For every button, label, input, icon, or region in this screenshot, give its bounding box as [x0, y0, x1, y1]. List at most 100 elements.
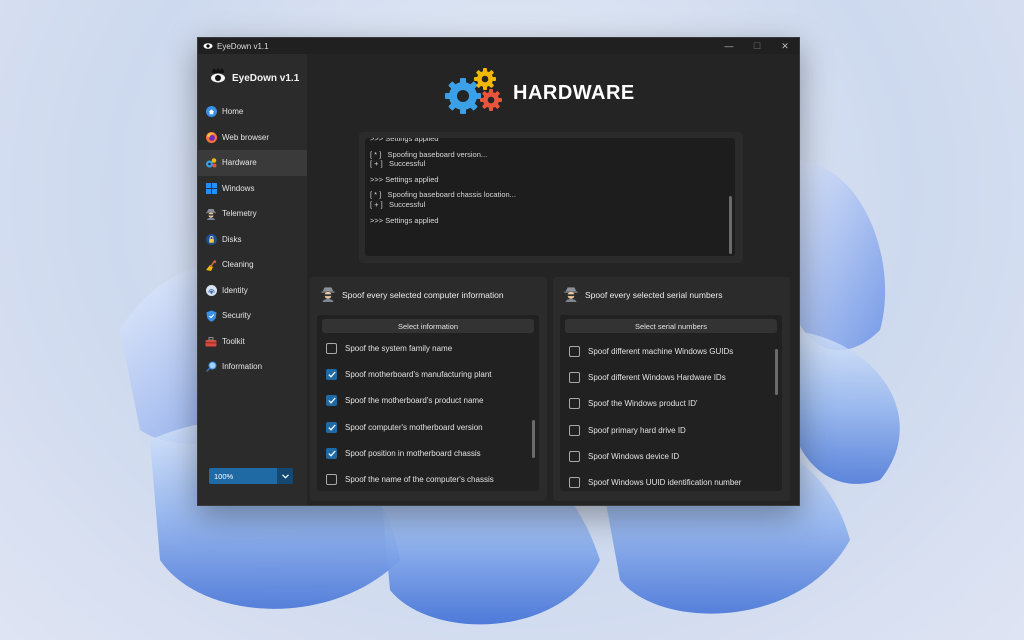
checkbox-label: Spoof primary hard drive ID: [588, 425, 686, 435]
unchecked-checkbox[interactable]: [569, 424, 580, 436]
sidebar-item-label: Telemetry: [222, 209, 257, 219]
brand: EyeDown v1.1: [210, 68, 299, 89]
unchecked-checkbox[interactable]: [326, 342, 337, 354]
sidebar-item-label: Home: [222, 107, 244, 117]
sidebar: EyeDown v1.1 Home Web browser Hardware W…: [198, 54, 307, 505]
console-scrollbar[interactable]: [729, 196, 732, 254]
unchecked-checkbox[interactable]: [569, 450, 580, 462]
unchecked-checkbox[interactable]: [569, 477, 580, 489]
unchecked-checkbox[interactable]: [569, 345, 580, 357]
checked-checkbox[interactable]: [326, 395, 337, 407]
broom-icon: [205, 259, 217, 271]
checkmark-icon: [327, 450, 336, 457]
sidebar-item-toolkit[interactable]: Toolkit: [198, 329, 307, 355]
checkbox-label: Spoof Windows UUID identification number: [588, 478, 742, 488]
magnifier-icon: [205, 361, 217, 373]
checkbox-option[interactable]: Spoof the Windows product ID': [569, 391, 769, 417]
checked-checkbox[interactable]: [326, 368, 337, 380]
checked-checkbox[interactable]: [326, 421, 337, 433]
sidebar-item-hardware[interactable]: Hardware: [198, 150, 307, 176]
unchecked-checkbox[interactable]: [569, 371, 580, 383]
serial-numbers-panel: Spoof every selected serial numbers Sele…: [553, 277, 790, 501]
window-title: EyeDown v1.1: [217, 41, 269, 51]
checkbox-option[interactable]: Spoof the motherboard's product name: [326, 388, 526, 414]
chevron-down-icon[interactable]: [277, 468, 293, 484]
eye-logo-icon: [210, 68, 226, 89]
lock-icon: [205, 233, 217, 245]
checkbox-option[interactable]: Spoof different Windows Hardware IDs: [569, 364, 769, 390]
console-frame: >>> Settings applied [ * ] Spoofing baseb…: [359, 132, 743, 263]
list-scrollbar[interactable]: [775, 349, 778, 395]
checkbox-option[interactable]: Spoof primary hard drive ID: [569, 417, 769, 443]
options: Spoof different machine Windows GUIDs Spo…: [569, 338, 769, 491]
checkbox-option[interactable]: Spoof the system family name: [326, 335, 526, 361]
sidebar-item-label: Web browser: [222, 132, 269, 142]
minimize-button[interactable]: —: [715, 38, 743, 54]
main-content: HARDWARE >>> Settings applied [ * ] Spoof…: [307, 54, 799, 505]
checkbox-option[interactable]: Spoof motherboard's manufacturing plant: [326, 361, 526, 387]
checkbox-option[interactable]: Spoof Windows UUID identification number: [569, 469, 769, 491]
sidebar-item-information[interactable]: Information: [198, 354, 307, 380]
checkmark-icon: [327, 371, 336, 378]
console-output[interactable]: >>> Settings applied [ * ] Spoofing baseb…: [365, 138, 735, 256]
checkbox-option[interactable]: Spoof position in motherboard chassis: [326, 440, 526, 466]
app-name: EyeDown v1.1: [232, 73, 300, 84]
checkmark-icon: [327, 397, 336, 404]
serial-options-list[interactable]: Select serial numbers Spoof different ma…: [560, 315, 782, 491]
windows-logo-icon: [205, 182, 217, 194]
checkbox-label: Spoof the Windows product ID': [588, 399, 698, 409]
sidebar-item-home[interactable]: Home: [198, 99, 307, 125]
checkbox-label: Spoof the motherboard's product name: [345, 396, 484, 406]
console-line: >>> Settings applied: [370, 215, 439, 225]
sidebar-item-windows[interactable]: Windows: [198, 176, 307, 202]
close-button[interactable]: ✕: [771, 38, 799, 54]
console-line: [ + ] Successful: [370, 159, 426, 169]
home-icon: [205, 106, 217, 118]
firefox-icon: [205, 131, 217, 143]
console-line: [ * ] Spoofing baseboard chassis locatio…: [370, 190, 516, 200]
sidebar-item-cleaning[interactable]: Cleaning: [198, 252, 307, 278]
checkbox-option[interactable]: Spoof computer's motherboard version: [326, 414, 526, 440]
checkbox-label: Spoof different machine Windows GUIDs: [588, 346, 734, 356]
gears-icon: [443, 66, 507, 121]
sidebar-item-security[interactable]: Security: [198, 303, 307, 329]
fingerprint-icon: [205, 284, 217, 296]
sidebar-item-web-browser[interactable]: Web browser: [198, 125, 307, 151]
unchecked-checkbox[interactable]: [326, 474, 337, 486]
sidebar-nav: Home Web browser Hardware Windows Teleme…: [198, 99, 307, 380]
panel-title: Spoof every selected computer informatio…: [342, 290, 504, 300]
zoom-select[interactable]: 100%: [209, 468, 293, 484]
checkbox-option[interactable]: Spoof different machine Windows GUIDs: [569, 338, 769, 364]
maximize-button[interactable]: ☐: [743, 38, 771, 54]
console-line: [ * ] Spoofing baseboard version...: [370, 149, 488, 159]
computer-info-panel: Spoof every selected computer informatio…: [310, 277, 547, 501]
computer-options-list[interactable]: Select information Spoof the system fami…: [317, 315, 539, 491]
toolbox-icon: [205, 335, 217, 347]
checkbox-option[interactable]: Spoof Windows device ID: [569, 443, 769, 469]
sidebar-item-identity[interactable]: Identity: [198, 278, 307, 304]
panel-header: Spoof every selected computer informatio…: [320, 286, 504, 304]
sidebar-item-label: Security: [222, 311, 251, 321]
page-title: HARDWARE: [513, 82, 635, 104]
page-header: HARDWARE: [443, 66, 635, 121]
sidebar-item-label: Cleaning: [222, 260, 254, 270]
list-scrollbar[interactable]: [532, 420, 535, 458]
sidebar-item-telemetry[interactable]: Telemetry: [198, 201, 307, 227]
spy-icon: [563, 286, 579, 304]
checkbox-label: Spoof position in motherboard chassis: [345, 448, 481, 458]
checkbox-label: Spoof motherboard's manufacturing plant: [345, 369, 492, 379]
gears-icon: [205, 157, 217, 169]
shield-icon: [205, 310, 217, 322]
title-bar[interactable]: EyeDown v1.1 — ☐ ✕: [198, 38, 799, 54]
console-line: [ + ] Successful: [370, 199, 426, 209]
checked-checkbox[interactable]: [326, 447, 337, 459]
panel-header: Spoof every selected serial numbers: [563, 286, 723, 304]
sidebar-item-disks[interactable]: Disks: [198, 227, 307, 253]
sidebar-item-label: Hardware: [222, 158, 257, 168]
console-line: >>> Settings applied: [370, 174, 439, 184]
checkbox-option[interactable]: Spoof the name of the computer's chassis: [326, 466, 526, 491]
checkbox-label: Spoof computer's motherboard version: [345, 422, 483, 432]
spy-icon: [205, 208, 217, 220]
checkbox-label: Spoof Windows device ID: [588, 451, 680, 461]
unchecked-checkbox[interactable]: [569, 398, 580, 410]
